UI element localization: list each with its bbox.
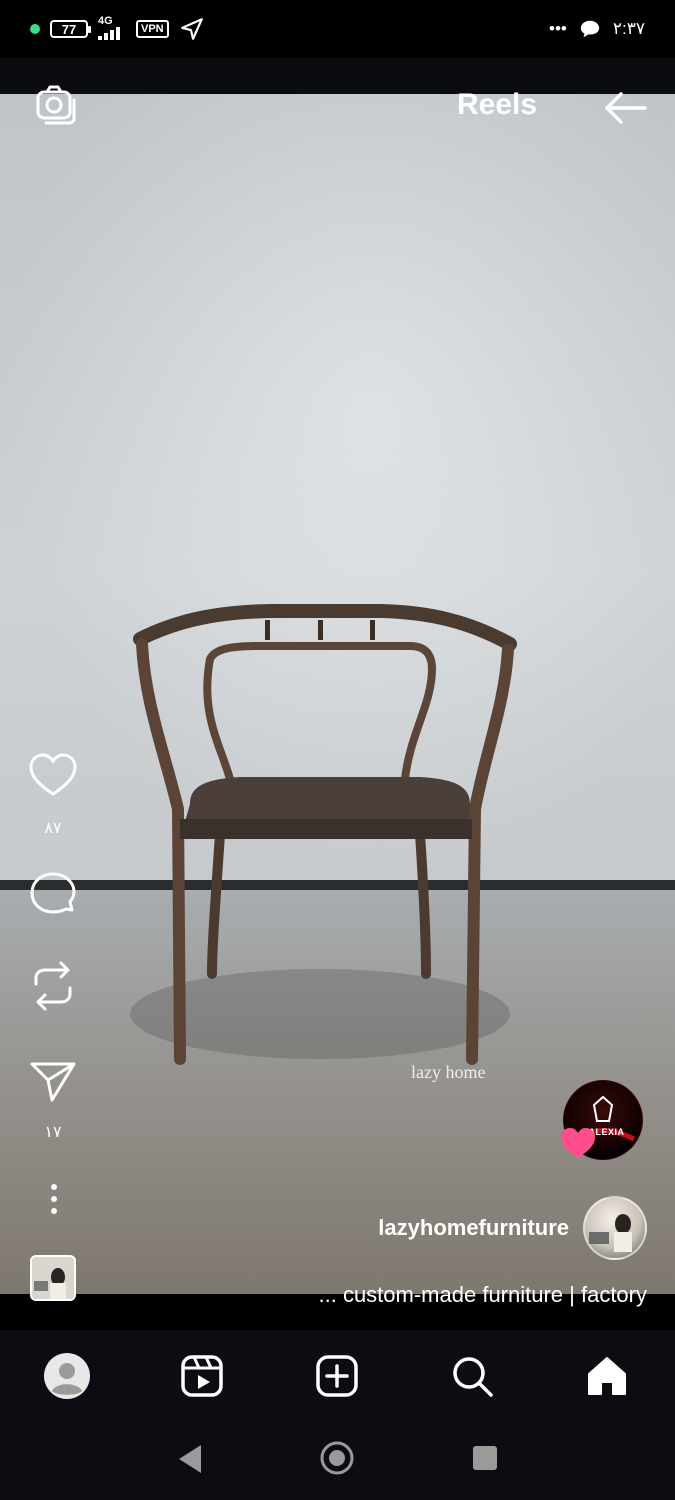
- page-title: Reels: [457, 88, 538, 121]
- audio-thumbnail[interactable]: [30, 1255, 76, 1301]
- bottom-navigation: [0, 1330, 675, 1420]
- username-link[interactable]: lazyhomefurniture: [378, 1215, 569, 1241]
- share-count: ۱۷: [44, 1124, 62, 1141]
- thumbnail-image: [32, 1257, 74, 1299]
- nav-reels[interactable]: [178, 1352, 226, 1400]
- nav-profile[interactable]: [43, 1352, 91, 1400]
- signal-icon: [98, 27, 120, 40]
- create-icon: [316, 1355, 358, 1397]
- status-bar: 77 4G VPN ••• ۲:۳۷: [0, 0, 675, 58]
- search-icon: [453, 1357, 493, 1397]
- comment-button[interactable]: [28, 870, 78, 920]
- send-icon: [30, 1062, 76, 1102]
- vpn-badge: VPN: [136, 20, 169, 38]
- home-icon: [588, 1357, 626, 1395]
- system-home-icon[interactable]: [319, 1440, 355, 1476]
- system-back-icon[interactable]: [175, 1442, 205, 1476]
- location-arrow-icon: [180, 18, 203, 40]
- repost-button[interactable]: [28, 960, 78, 1012]
- system-navigation: [0, 1420, 675, 1500]
- system-recents-icon[interactable]: [471, 1444, 499, 1472]
- camera-icon[interactable]: [34, 82, 78, 126]
- repost-icon: [34, 961, 72, 1011]
- share-button[interactable]: [28, 1058, 78, 1104]
- heart-icon: [29, 753, 77, 796]
- like-count: ۸۷: [44, 820, 62, 837]
- battery-indicator: 77: [50, 20, 91, 38]
- profile-icon: [44, 1353, 90, 1399]
- user-avatar[interactable]: [583, 1196, 647, 1260]
- chair-image: [130, 604, 517, 1065]
- comment-icon: [30, 872, 76, 914]
- avatar-image: [589, 1214, 632, 1252]
- heart-sticker-icon: [561, 1128, 595, 1158]
- clock: ۲:۳۷: [612, 19, 645, 38]
- arrow-back-icon[interactable]: [603, 90, 647, 126]
- video-watermark: lazy home: [411, 1062, 486, 1082]
- nav-create[interactable]: [313, 1352, 361, 1400]
- nav-search[interactable]: [448, 1352, 496, 1400]
- post-caption[interactable]: ... custom-made furniture | factory: [319, 1282, 648, 1308]
- like-button[interactable]: [28, 752, 78, 798]
- overflow-dots: •••: [549, 19, 567, 38]
- more-options-button[interactable]: [44, 1183, 64, 1215]
- reels-icon: [181, 1355, 223, 1397]
- header-strip: [0, 58, 675, 94]
- more-vertical-icon: [51, 1184, 57, 1214]
- camera-indicator-dot: [30, 24, 40, 34]
- nav-home[interactable]: [583, 1352, 631, 1400]
- chat-bubble-icon: [580, 20, 600, 38]
- network-indicator: 4G: [98, 16, 126, 42]
